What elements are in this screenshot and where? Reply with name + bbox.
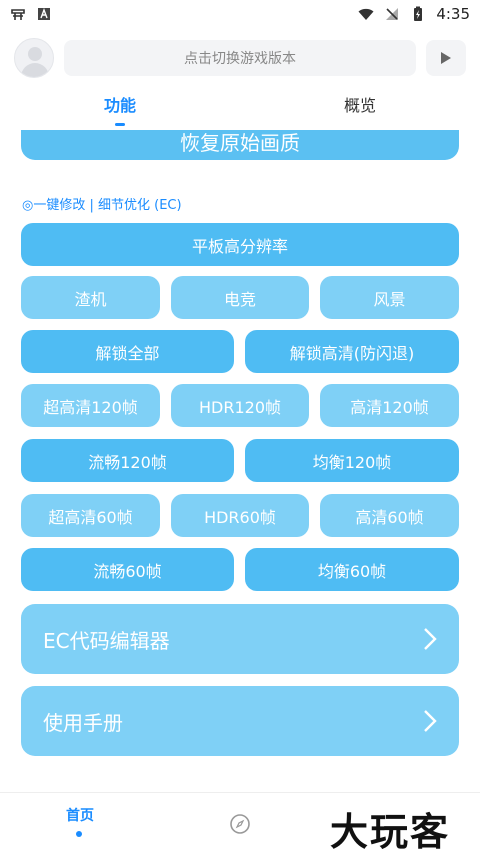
balanced-60fps-button[interactable]: 均衡60帧 xyxy=(245,548,459,591)
nav-active-dot xyxy=(76,831,82,837)
chevron-right-icon xyxy=(424,628,437,650)
wifi-icon xyxy=(358,8,374,20)
hd-60fps-button[interactable]: 高清60帧 xyxy=(320,494,459,537)
chevron-right-icon xyxy=(424,710,437,732)
uhd-120fps-button[interactable]: 超高清120帧 xyxy=(21,384,160,427)
compass-icon[interactable] xyxy=(229,813,251,835)
scenery-button[interactable]: 风景 xyxy=(320,276,459,319)
hdr-60fps-button[interactable]: HDR60帧 xyxy=(171,494,309,537)
main-content[interactable]: 恢复原始画质 ◎一键修改 | 细节优化 (EC) 平板高分辨率 渣机 电竞 风景… xyxy=(0,130,480,790)
user-manual-row[interactable]: 使用手册 xyxy=(21,686,459,756)
status-bar: 4:35 xyxy=(0,0,480,28)
watermark: 大玩客 xyxy=(330,809,451,852)
tab-overview-label: 概览 xyxy=(343,96,376,115)
bottom-nav: 首页 大玩客 xyxy=(0,792,480,852)
top-bar: 点击切换游戏版本 xyxy=(14,38,466,78)
battery-charging-icon xyxy=(414,6,423,21)
tab-indicator xyxy=(115,123,125,126)
esports-button[interactable]: 电竞 xyxy=(171,276,309,319)
section-label: ◎一键修改 | 细节优化 (EC) xyxy=(22,198,182,213)
play-icon xyxy=(441,52,451,64)
uhd-60fps-button[interactable]: 超高清60帧 xyxy=(21,494,160,537)
tab-features-label: 功能 xyxy=(103,96,136,115)
low-end-button[interactable]: 渣机 xyxy=(21,276,160,319)
ec-code-editor-row[interactable]: EC代码编辑器 xyxy=(21,604,459,674)
hd-120fps-button[interactable]: 高清120帧 xyxy=(320,384,459,427)
play-button[interactable] xyxy=(426,40,466,76)
tab-overview[interactable]: 概览 xyxy=(240,92,480,126)
app-notification-icon xyxy=(11,9,25,20)
version-selector[interactable]: 点击切换游戏版本 xyxy=(64,40,416,76)
no-signal-icon xyxy=(386,8,399,20)
unlock-hd-button[interactable]: 解锁高清(防闪退) xyxy=(245,330,459,373)
clock: 4:35 xyxy=(436,5,470,23)
restore-original-quality-button[interactable]: 恢复原始画质 xyxy=(21,130,459,160)
tab-features[interactable]: 功能 xyxy=(0,92,240,126)
avatar[interactable] xyxy=(14,38,54,78)
user-manual-label: 使用手册 xyxy=(43,710,123,735)
tablet-resolution-button[interactable]: 平板高分辨率 xyxy=(21,223,459,266)
hdr-120fps-button[interactable]: HDR120帧 xyxy=(171,384,309,427)
smooth-120fps-button[interactable]: 流畅120帧 xyxy=(21,439,234,482)
smooth-60fps-button[interactable]: 流畅60帧 xyxy=(21,548,234,591)
balanced-120fps-button[interactable]: 均衡120帧 xyxy=(245,439,459,482)
tab-bar: 功能 概览 xyxy=(0,92,480,126)
nav-home[interactable]: 首页 xyxy=(60,805,100,825)
font-notification-icon xyxy=(38,8,50,20)
unlock-all-button[interactable]: 解锁全部 xyxy=(21,330,234,373)
ec-code-editor-label: EC代码编辑器 xyxy=(43,628,170,653)
